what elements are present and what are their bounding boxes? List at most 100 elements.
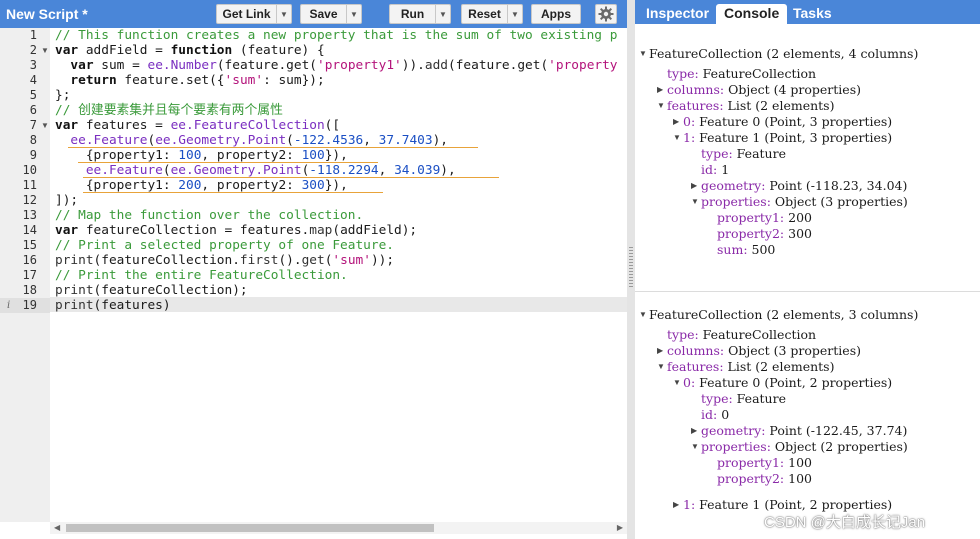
save-dropdown-icon[interactable]: ▼ [346,5,361,23]
scrollbar-thumb[interactable] [66,524,434,532]
collapse-arrow-icon[interactable]: ▼ [657,359,665,375]
line-number-row: 7 ▼ [0,118,50,133]
line-number-row: 15 [0,238,50,253]
save-label: Save [309,7,338,21]
lint-underline [78,162,378,163]
console-output-2: ▼ FeatureCollection (2 elements, 3 column… [635,299,980,539]
run-dropdown-icon[interactable]: ▼ [435,5,450,23]
code-line: // Print the entire FeatureCollection. [55,268,348,283]
script-title[interactable]: New Script * [6,6,88,22]
code-line: var sum = ee.Number(feature.get('propert… [70,58,618,73]
line-number: 13 [22,208,37,222]
pane-splitter[interactable] [627,0,635,539]
watermark: CSDN @大白成长记Jan [764,514,926,531]
tab-console[interactable]: Console [716,4,788,24]
get-link-dropdown-icon[interactable]: ▼ [276,5,291,23]
code-line: ee.Feature(ee.Geometry.Point(-118.2294, … [85,163,456,178]
apps-label: Apps [541,7,571,21]
console-tree-row: sum: 500 [717,242,776,257]
collapse-arrow-icon[interactable]: ▼ [639,307,647,323]
console-tree-row: id: 1 [701,162,730,177]
line-number: 16 [22,253,37,267]
line-number: 4 [29,73,37,87]
console-tree-row[interactable]: features: List (2 elements) [667,359,834,375]
line-number: 7 [29,118,37,132]
scroll-right-icon[interactable]: ▶ [617,522,623,534]
reset-dropdown-icon[interactable]: ▼ [507,5,522,23]
console-tree-row[interactable]: properties: Object (2 properties) [701,439,908,455]
console-tree-row[interactable]: properties: Object (3 properties) [701,194,908,210]
code-area[interactable]: // This function creates a new property … [50,28,627,522]
collapse-arrow-icon[interactable]: ▼ [657,98,665,114]
line-number: 10 [22,163,37,177]
line-number-row: 13 [0,208,50,223]
run-button[interactable]: Run ▼ [389,4,451,24]
collapse-arrow-icon[interactable]: ▼ [691,439,699,455]
save-button[interactable]: Save ▼ [300,4,362,24]
code-line: }; [55,88,71,103]
tab-inspector[interactable]: Inspector [638,4,717,24]
line-number-row: 5 [0,88,50,103]
get-link-label: Get Link [222,7,271,21]
expand-arrow-icon[interactable]: ▶ [657,82,663,98]
code-line: var addField = function (feature) { [55,43,325,58]
console-tree-row[interactable]: 0: Feature 0 (Point, 2 properties) [683,375,892,391]
code-line: var featureCollection = features.map(add… [55,223,418,238]
tab-bar: Inspector Console Tasks [635,0,980,24]
reset-button[interactable]: Reset ▼ [461,4,523,24]
scroll-left-icon[interactable]: ◀ [54,522,60,534]
tab-tasks[interactable]: Tasks [785,4,840,24]
line-number-row: 4 [0,73,50,88]
console-tree-row: property2: 300 [717,226,812,241]
console-tree-row[interactable]: columns: Object (4 properties) [667,82,861,98]
line-number: 18 [22,283,37,297]
code-line: // Map the function over the collection. [55,208,364,223]
info-icon[interactable]: i [7,298,10,313]
code-line: return feature.set({'sum': sum}); [70,73,325,88]
line-number-row: 18 [0,283,50,298]
apps-button[interactable]: Apps [531,4,581,24]
console-tree-row[interactable]: 0: Feature 0 (Point, 3 properties) [683,114,892,130]
expand-arrow-icon[interactable]: ▶ [691,423,697,439]
fold-arrow-icon[interactable]: ▼ [41,118,49,133]
fold-arrow-icon[interactable]: ▼ [41,43,49,58]
collapse-arrow-icon[interactable]: ▼ [691,194,699,210]
code-line: var features = ee.FeatureCollection([ [55,118,341,133]
run-label: Run [400,7,425,21]
code-line: {property1: 100, property2: 100}), [55,148,348,163]
console-tree-row[interactable]: FeatureCollection (2 elements, 4 columns… [649,46,918,62]
splitter-grip-icon[interactable] [629,247,633,289]
console-tree-row[interactable]: geometry: Point (-122.45, 37.74) [701,423,907,439]
collapse-arrow-icon[interactable]: ▼ [673,130,681,146]
code-line: print(featureCollection); [55,283,248,298]
lint-underline [83,177,499,178]
console-tree-row[interactable]: columns: Object (3 properties) [667,343,861,359]
console-divider [635,291,980,292]
console-tree-row[interactable]: 1: Feature 1 (Point, 3 properties) [683,130,892,146]
expand-arrow-icon[interactable]: ▶ [657,343,663,359]
collapse-arrow-icon[interactable]: ▼ [639,46,647,62]
reset-label: Reset [468,7,501,21]
expand-arrow-icon[interactable]: ▶ [673,497,679,513]
line-number-row: 19 i [0,298,50,313]
line-number-row: 12 [0,193,50,208]
line-number: 12 [22,193,37,207]
code-line: print(featureCollection.first().get('sum… [55,253,395,268]
editor-toolbar: New Script * Get Link ▼ Save ▼ Run ▼ Res… [0,0,627,28]
console-tree-row[interactable]: features: List (2 elements) [667,98,834,114]
line-number-row: 14 [0,223,50,238]
settings-button[interactable] [595,4,617,24]
collapse-arrow-icon[interactable]: ▼ [673,375,681,391]
line-number: 1 [29,28,37,42]
console-tree-row[interactable]: geometry: Point (-118.23, 34.04) [701,178,907,194]
console-tree-row: property1: 100 [717,455,812,470]
get-link-button[interactable]: Get Link ▼ [216,4,292,24]
expand-arrow-icon[interactable]: ▶ [691,178,697,194]
line-number: 3 [29,58,37,72]
line-number-row: 10 [0,163,50,178]
expand-arrow-icon[interactable]: ▶ [673,114,679,130]
line-number-row: 17 [0,268,50,283]
console-tree-row[interactable]: FeatureCollection (2 elements, 3 columns… [649,307,918,323]
line-number-row: 1 [0,28,50,43]
horizontal-scrollbar[interactable]: ◀ ▶ [50,522,627,534]
